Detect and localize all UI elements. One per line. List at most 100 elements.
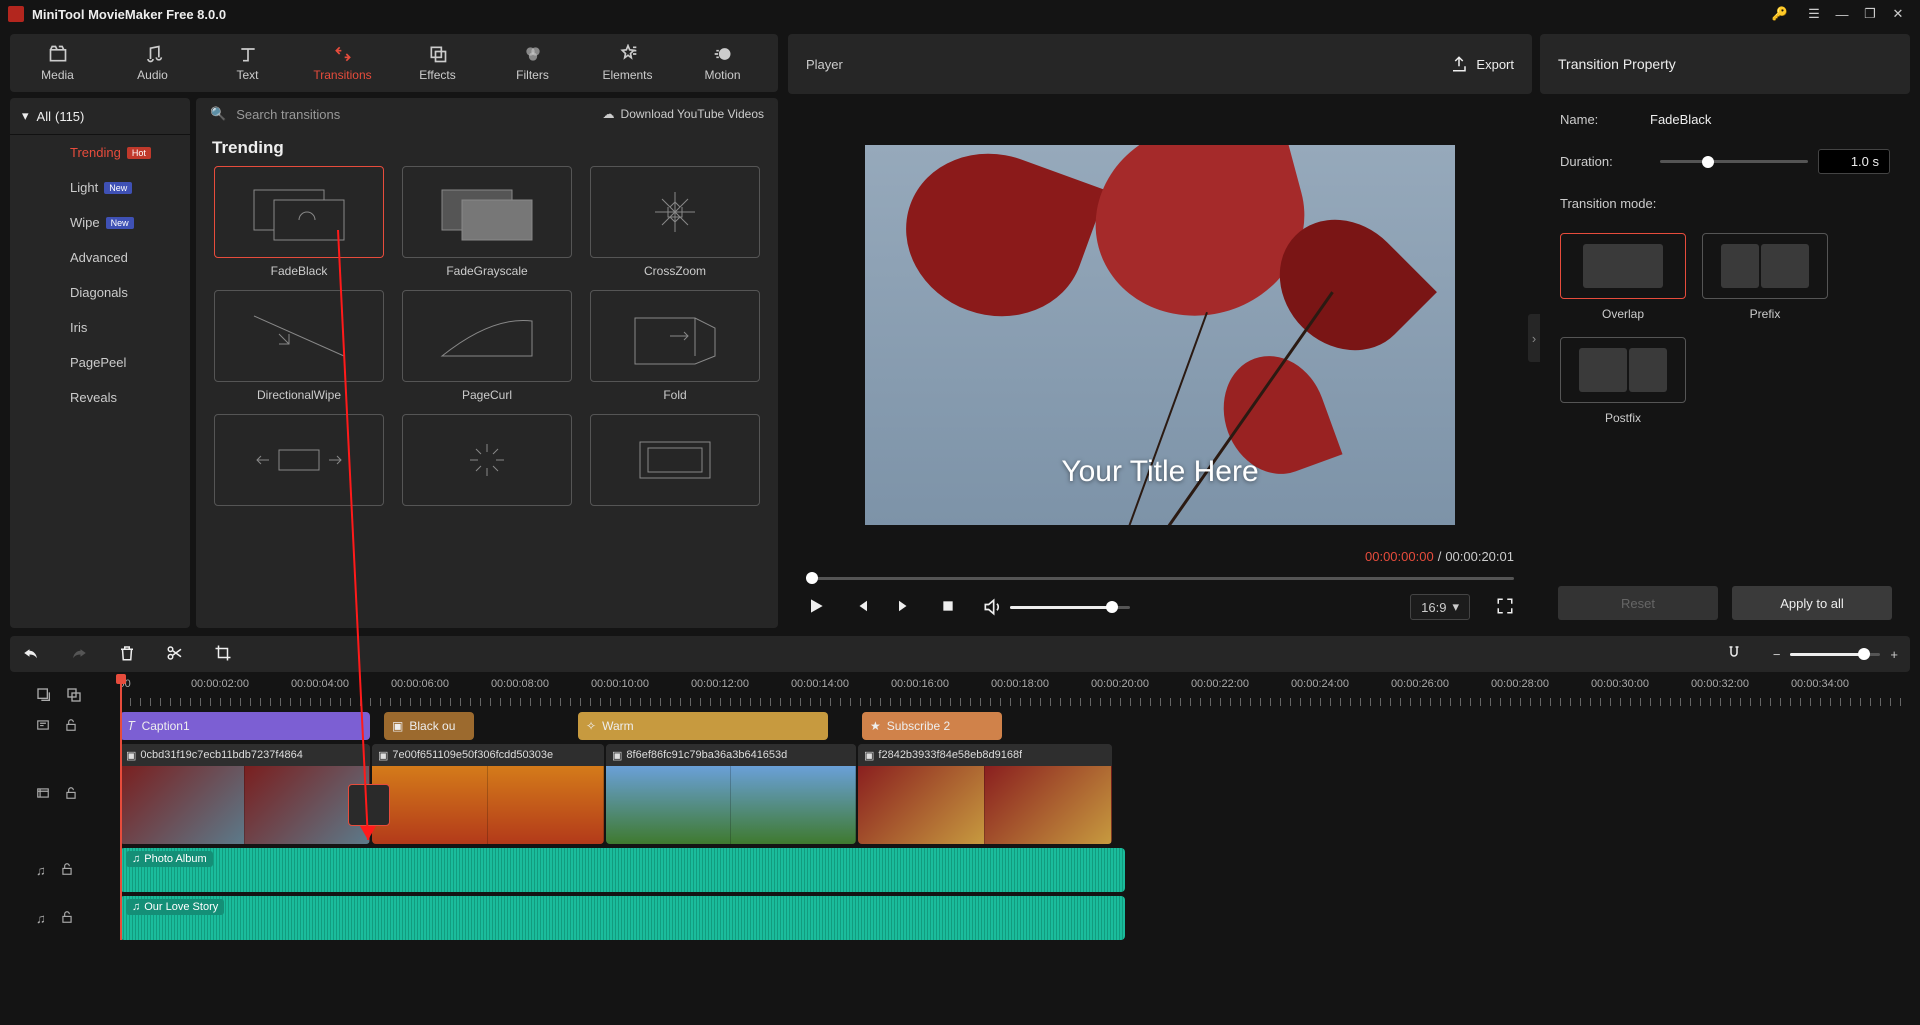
transition-grid: FadeBlackFadeGrayscaleCrossZoom Direction… <box>196 166 778 512</box>
search-input[interactable]: Search transitions <box>236 107 592 122</box>
tab-effects[interactable]: Effects <box>390 40 485 86</box>
crop-button[interactable] <box>214 644 232 665</box>
tab-audio[interactable]: Audio <box>105 40 200 86</box>
text-clip[interactable]: ★Subscribe 2 <box>862 712 1002 740</box>
mode-overlap[interactable]: Overlap <box>1560 233 1686 321</box>
track-type-audio-icon: ♫ <box>36 911 46 926</box>
mode-prefix[interactable]: Prefix <box>1702 233 1828 321</box>
duration-slider[interactable] <box>1660 160 1808 163</box>
timeline-ruler[interactable]: 0:0000:00:02:0000:00:04:0000:00:06:0000:… <box>120 676 1910 712</box>
maximize-icon[interactable]: ❐ <box>1856 0 1884 28</box>
sidebar-item-advanced[interactable]: Advanced <box>10 240 190 275</box>
play-button[interactable] <box>806 596 826 619</box>
volume-control[interactable] <box>982 597 1130 617</box>
video-clip[interactable]: ▣f2842b3933f84e58eb8d9168f <box>858 744 1112 844</box>
lock-icon[interactable] <box>64 786 78 803</box>
zoom-in-icon[interactable]: + <box>1890 647 1898 662</box>
tab-elements[interactable]: Elements <box>580 40 675 86</box>
text-clip[interactable]: ✧Warm <box>578 712 828 740</box>
name-label: Name: <box>1560 112 1650 127</box>
text-clip[interactable]: ▣Black ou <box>384 712 474 740</box>
next-frame-button[interactable] <box>896 597 914 618</box>
tab-filters[interactable]: Filters <box>485 40 580 86</box>
split-button[interactable] <box>166 644 184 665</box>
timeline: 0:0000:00:02:0000:00:04:0000:00:06:0000:… <box>10 676 1910 940</box>
undo-button[interactable] <box>22 644 40 665</box>
tab-motion[interactable]: Motion <box>675 40 770 86</box>
tab-media[interactable]: Media <box>10 40 105 86</box>
lock-icon[interactable] <box>64 718 78 735</box>
sidebar-item-wipe[interactable]: WipeNew <box>10 205 190 240</box>
transition-thumb-pagecurl[interactable]: PageCurl <box>402 290 572 402</box>
prev-frame-button[interactable] <box>852 597 870 618</box>
close-icon[interactable]: ✕ <box>1884 0 1912 28</box>
tab-transitions[interactable]: Transitions <box>295 40 390 86</box>
transition-properties-panel: Transition Property › Name: FadeBlack Du… <box>1540 34 1910 628</box>
track-type-text-icon <box>36 718 50 735</box>
player-panel: Player Export Your Title Here <box>788 34 1532 628</box>
text-clip[interactable]: 𝑇Caption1 <box>120 712 370 740</box>
aspect-ratio-select[interactable]: 16:9▾ <box>1410 594 1470 620</box>
preview-video[interactable]: Your Title Here <box>865 145 1455 525</box>
transition-thumb-fadegrayscale[interactable]: FadeGrayscale <box>402 166 572 278</box>
zoom-out-icon[interactable]: − <box>1773 647 1781 662</box>
transition-marker[interactable] <box>348 784 390 826</box>
transition-thumb-fadeblack[interactable]: FadeBlack <box>214 166 384 278</box>
sidebar-item-diagonals[interactable]: Diagonals <box>10 275 190 310</box>
sidebar-item-trending[interactable]: TrendingHot <box>10 135 190 170</box>
transition-thumb-directionalwipe[interactable]: DirectionalWipe <box>214 290 384 402</box>
reset-button[interactable]: Reset <box>1558 586 1718 620</box>
audio-track-1: ♫ ♫Photo Album <box>10 848 1910 892</box>
mode-postfix[interactable]: Postfix <box>1560 337 1686 425</box>
transition-thumb-crosszoom[interactable]: CrossZoom <box>590 166 760 278</box>
lock-icon[interactable] <box>60 910 74 927</box>
text-track: 𝑇Caption1 ▣Black ou ✧Warm ★Subscribe 2 <box>10 712 1910 740</box>
export-icon <box>1450 55 1468 73</box>
export-button[interactable]: Export <box>1450 55 1514 73</box>
category-all[interactable]: ▾ All (115) <box>10 98 190 135</box>
badge: New <box>106 217 134 229</box>
video-clip[interactable]: ▣0cbd31f19c7ecb11bdb7237f4864 <box>120 744 370 844</box>
minimize-icon[interactable]: — <box>1828 0 1856 28</box>
sidebar-item-pagepeel[interactable]: PagePeel <box>10 345 190 380</box>
volume-icon <box>982 597 1002 617</box>
delete-button[interactable] <box>118 644 136 665</box>
collapse-handle[interactable]: › <box>1528 314 1540 362</box>
transition-thumb[interactable] <box>214 414 384 512</box>
tab-text[interactable]: Text <box>200 40 295 86</box>
video-clip[interactable]: ▣8f6ef86fc91c79ba36a3b641653d <box>606 744 856 844</box>
redo-button[interactable] <box>70 644 88 665</box>
timeline-toolbar: − + <box>10 636 1910 672</box>
lock-icon[interactable] <box>60 862 74 879</box>
cloud-download-icon: ☁ <box>603 107 615 121</box>
track-type-audio-icon: ♫ <box>36 863 46 878</box>
library-tabs: Media Audio Text Transitions Effects Fil… <box>10 34 778 92</box>
hamburger-menu-icon[interactable]: ☰ <box>1800 0 1828 28</box>
fullscreen-button[interactable] <box>1496 597 1514 618</box>
name-value: FadeBlack <box>1650 112 1711 127</box>
title-overlay: Your Title Here <box>1061 455 1258 489</box>
snap-toggle[interactable] <box>1725 644 1743 665</box>
add-track-icon[interactable] <box>36 687 52 706</box>
library-panel: Media Audio Text Transitions Effects Fil… <box>0 28 788 628</box>
audio-clip[interactable]: ♫Photo Album <box>120 848 1125 892</box>
sidebar-item-light[interactable]: LightNew <box>10 170 190 205</box>
audio-clip[interactable]: ♫Our Love Story <box>120 896 1125 940</box>
duration-label: Duration: <box>1560 154 1650 169</box>
duplicate-track-icon[interactable] <box>66 687 82 706</box>
transition-thumb-fold[interactable]: Fold <box>590 290 760 402</box>
duration-input[interactable]: 1.0 s <box>1818 149 1890 174</box>
activate-key-icon[interactable]: 🔑 <box>1766 0 1794 28</box>
transition-thumb[interactable] <box>590 414 760 512</box>
transition-thumb[interactable] <box>402 414 572 512</box>
apply-all-button[interactable]: Apply to all <box>1732 586 1892 620</box>
video-clip[interactable]: ▣7e00f651109e50f306fcdd50303e <box>372 744 604 844</box>
sidebar-item-reveals[interactable]: Reveals <box>10 380 190 415</box>
search-icon: 🔍 <box>210 106 226 122</box>
stop-button[interactable] <box>940 598 956 617</box>
seek-bar[interactable] <box>806 570 1514 586</box>
download-youtube-link[interactable]: ☁Download YouTube Videos <box>603 107 764 121</box>
sidebar-item-iris[interactable]: Iris <box>10 310 190 345</box>
timeline-zoom[interactable]: − + <box>1773 647 1898 662</box>
playhead[interactable] <box>120 676 122 940</box>
